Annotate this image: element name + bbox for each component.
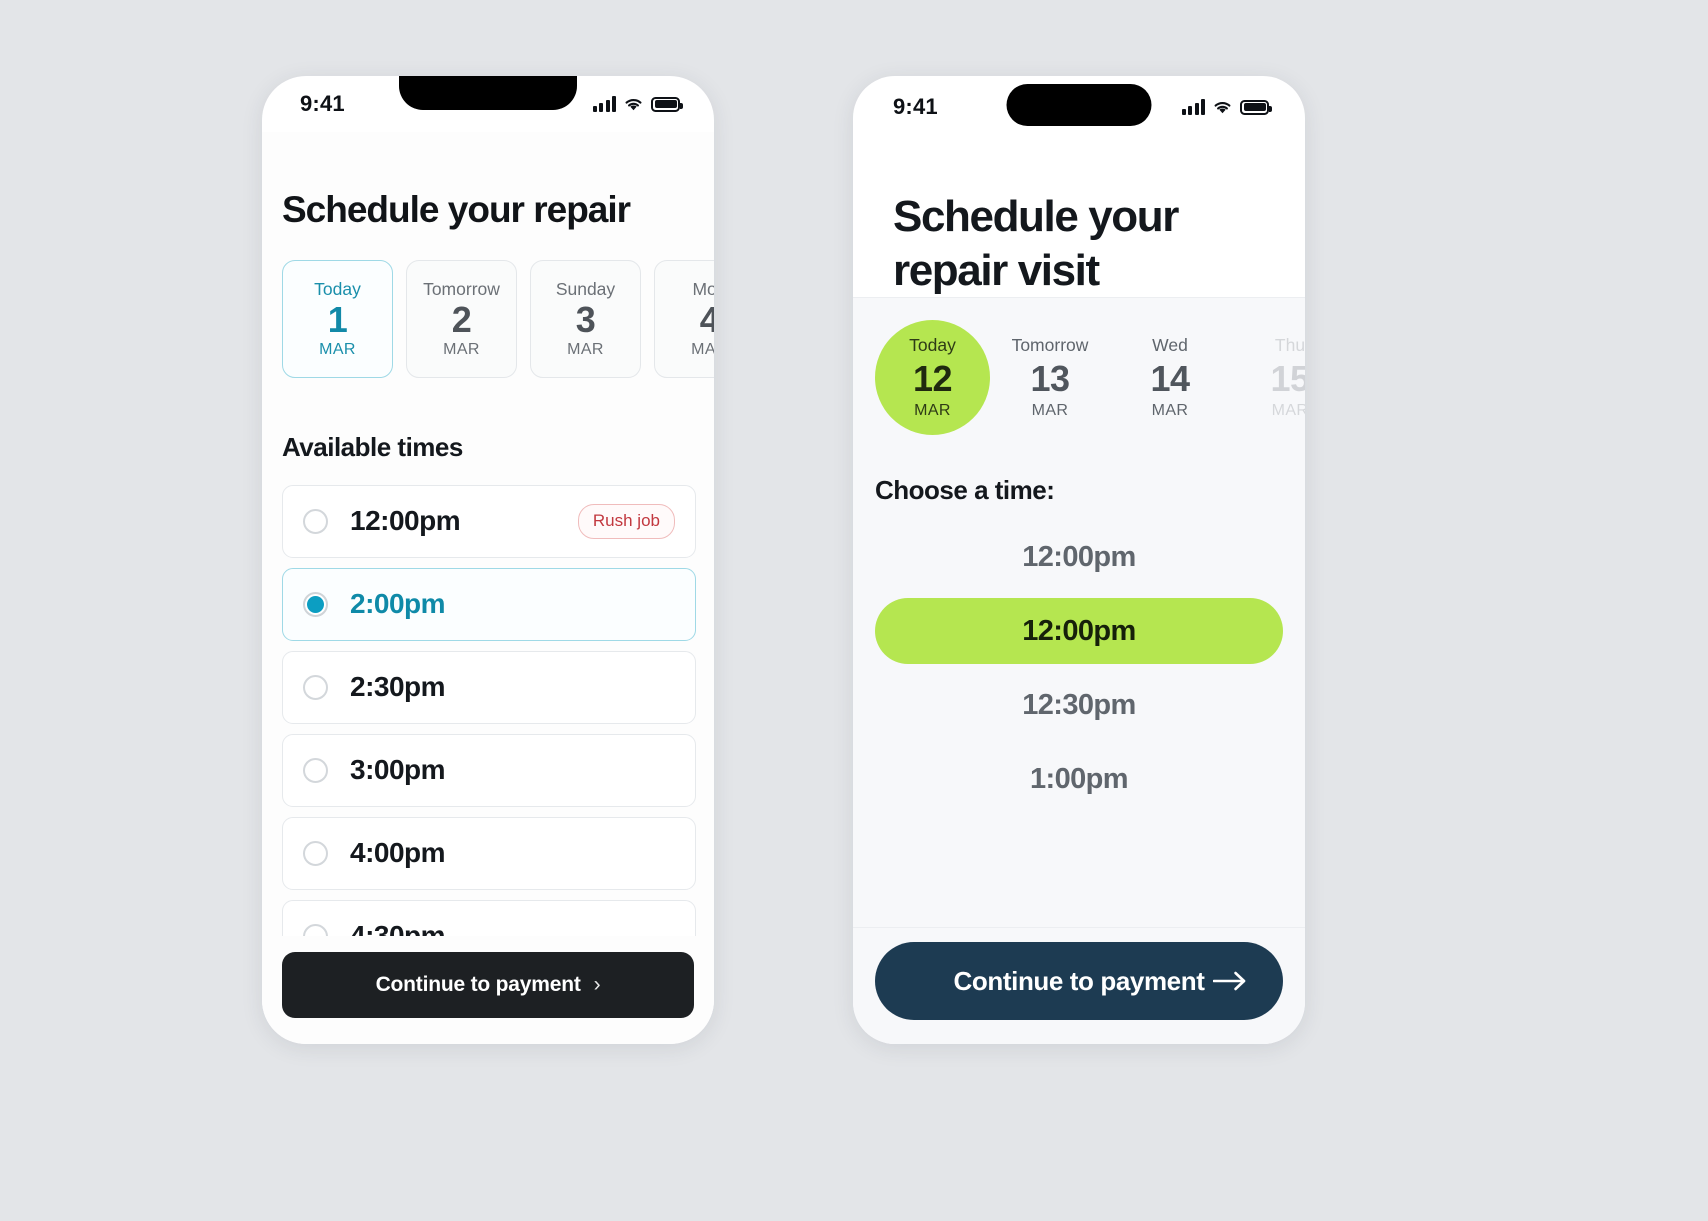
date-chip-day-label: Mon [692, 278, 714, 299]
date-chip-2[interactable]: Sunday 3 MAR [530, 259, 641, 378]
continue-to-payment-button[interactable]: Continue to payment › [282, 952, 694, 1018]
time-slot-row[interactable]: 2:30pm [282, 650, 696, 724]
time-slot-label: 12:00pm [350, 505, 461, 537]
date-chip-day-label: Today [314, 278, 361, 299]
status-bar: 9:41 [853, 76, 1305, 138]
time-slot-row[interactable]: 3:00pm [282, 733, 696, 807]
content-scroll-area: Today 12 MAR Tomorrow 13 MAR Wed 14 MAR [853, 297, 1305, 927]
wifi-icon [1214, 101, 1231, 114]
radio-icon[interactable] [303, 508, 328, 534]
time-slot-label: 4:30pm [350, 920, 446, 936]
date-selector-strip[interactable]: Today 1 MAR Tomorrow 2 MAR Sunday 3 MAR [262, 230, 714, 378]
time-slot-row[interactable]: 12:30pm [875, 672, 1283, 738]
date-selector-strip[interactable]: Today 12 MAR Tomorrow 13 MAR Wed 14 MAR [853, 298, 1305, 436]
date-chip-day-label: Wed [1152, 335, 1188, 356]
dynamic-island [1006, 84, 1152, 126]
date-chip-1[interactable]: Tomorrow 2 MAR [406, 259, 517, 378]
time-slot-label: 2:30pm [350, 671, 446, 703]
content-scroll-area: Schedule your repair Today 1 MAR Tomorro… [262, 132, 714, 936]
page-title-line-1: Schedule your [893, 192, 1179, 241]
date-chip-0[interactable]: Today 12 MAR [875, 320, 990, 436]
date-chip-2[interactable]: Wed 14 MAR [1110, 320, 1230, 435]
date-chip-day-number: 1 [327, 299, 348, 341]
date-chip-0[interactable]: Today 1 MAR [282, 259, 393, 378]
date-chip-day-number: 2 [451, 299, 472, 341]
time-slot-list: 12:00pm Rush job 2:00pm 2:30pm 3:00pm 4:… [262, 463, 714, 936]
date-chip-month: MAR [443, 341, 480, 359]
continue-to-payment-button[interactable]: Continue to payment [875, 942, 1283, 1020]
continue-to-payment-label: Continue to payment [953, 965, 1205, 996]
status-badge-rush-job: Rush job [577, 503, 675, 539]
time-slot-label: 4:00pm [350, 837, 446, 869]
time-slot-label: 2:00pm [350, 588, 446, 620]
date-chip-month: MAR [1151, 402, 1189, 420]
section-label-available-times: Available times [282, 431, 463, 462]
canvas: 9:41 Schedule your repair Today 1 MAR To… [0, 0, 1708, 1221]
radio-icon[interactable] [303, 757, 328, 783]
footer-bar: Continue to payment [853, 927, 1305, 1044]
wifi-icon [625, 98, 642, 111]
time-slot-row-selected[interactable]: 12:00pm [875, 598, 1283, 665]
date-chip-day-number: 13 [1030, 358, 1070, 400]
phone-mockup-variant-b: 9:41 Schedule your repair visit Today 12… [853, 76, 1305, 1044]
status-bar-time: 9:41 [893, 94, 938, 119]
date-chip-month: MAR [1031, 402, 1069, 420]
battery-icon [1240, 99, 1272, 115]
continue-to-payment-label: Continue to payment [375, 973, 581, 996]
date-chip-day-label: Tomorrow [1011, 335, 1089, 356]
date-chip-day-number: 14 [1150, 358, 1190, 400]
cellular-signal-icon [592, 96, 616, 112]
status-bar: 9:41 [262, 76, 714, 132]
notch [399, 76, 577, 110]
time-slot-row[interactable]: 4:30pm [282, 899, 696, 936]
date-chip-month: MAR [319, 341, 356, 359]
cellular-signal-icon [1181, 99, 1205, 115]
date-chip-month: MAR [691, 341, 714, 359]
header: Schedule your repair visit [853, 138, 1305, 298]
date-chip-3[interactable]: Mon 4 MAR [654, 259, 714, 378]
date-chip-day-number: 4 [699, 299, 714, 341]
date-chip-day-label: Tomorrow [423, 278, 500, 299]
date-chip-day-label: Thu [1274, 335, 1305, 356]
time-slot-row[interactable]: 4:00pm [282, 816, 696, 890]
date-chip-3[interactable]: Thu 15 MAR [1230, 320, 1305, 435]
time-slot-row[interactable]: 12:00pm [875, 524, 1283, 590]
arrow-right-icon [1213, 971, 1246, 991]
date-chip-month: MAR [1271, 402, 1305, 420]
battery-icon [651, 96, 683, 112]
radio-icon[interactable] [303, 840, 328, 866]
date-chip-day-label: Sunday [555, 278, 616, 299]
page-title: Schedule your repair visit [893, 190, 1265, 297]
date-chip-1[interactable]: Tomorrow 13 MAR [990, 320, 1110, 435]
date-chip-day-number: 12 [912, 358, 953, 400]
date-chip-day-label: Today [909, 335, 956, 356]
page-title: Schedule your repair [282, 189, 631, 230]
date-chip-day-number: 3 [575, 299, 596, 341]
date-chip-day-number: 15 [1270, 358, 1305, 400]
radio-icon[interactable] [303, 591, 328, 617]
status-bar-time: 9:41 [300, 91, 345, 116]
time-slot-list: 12:00pm 12:00pm 12:30pm 1:00pm [853, 506, 1305, 812]
section-label-choose-a-time: Choose a time: [875, 475, 1055, 506]
time-slot-row[interactable]: 2:00pm [282, 567, 696, 641]
date-chip-month: MAR [914, 402, 951, 420]
time-slot-label: 3:00pm [350, 754, 446, 786]
time-slot-row[interactable]: 12:00pm Rush job [282, 484, 696, 558]
radio-icon[interactable] [303, 923, 328, 936]
page-title-line-2: repair visit [893, 245, 1100, 295]
radio-icon[interactable] [303, 674, 328, 700]
phone-mockup-variant-a: 9:41 Schedule your repair Today 1 MAR To… [262, 76, 714, 1044]
chevron-right-icon: › [593, 973, 601, 996]
footer-bar: Continue to payment › [262, 936, 714, 1044]
date-chip-month: MAR [567, 341, 604, 359]
time-slot-row[interactable]: 1:00pm [875, 746, 1283, 812]
